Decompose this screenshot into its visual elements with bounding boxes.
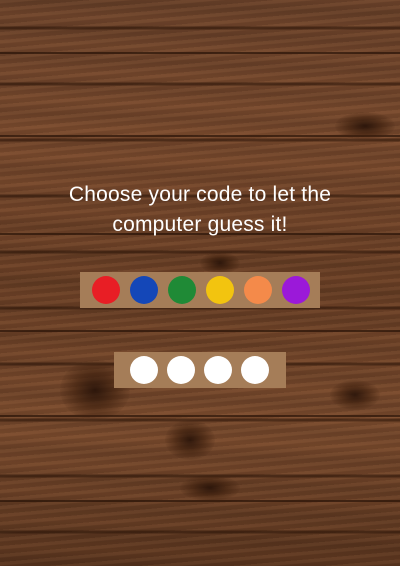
color-palette <box>80 272 320 308</box>
color-peg-green[interactable] <box>168 276 196 304</box>
wood-knot <box>180 475 240 501</box>
instruction-text: Choose your code to let the computer gue… <box>20 180 380 240</box>
code-slots <box>114 352 286 388</box>
instruction-line-1: Choose your code to let the <box>68 183 332 206</box>
wood-knot <box>165 420 215 460</box>
wood-plank-line <box>0 415 400 417</box>
wood-plank-line <box>0 330 400 332</box>
code-slot-3[interactable] <box>204 356 232 384</box>
color-peg-red[interactable] <box>92 276 120 304</box>
wood-knot <box>335 112 395 140</box>
color-peg-orange[interactable] <box>244 276 272 304</box>
wood-knot <box>330 380 380 410</box>
code-slot-1[interactable] <box>130 356 158 384</box>
wood-knot <box>200 252 240 274</box>
code-slot-4[interactable] <box>241 356 269 384</box>
color-peg-yellow[interactable] <box>206 276 234 304</box>
wood-plank-line <box>0 52 400 54</box>
color-peg-purple[interactable] <box>282 276 310 304</box>
instruction-line-2: computer guess it! <box>112 213 288 236</box>
code-slot-2[interactable] <box>167 356 195 384</box>
wood-plank-line <box>0 135 400 137</box>
color-peg-blue[interactable] <box>130 276 158 304</box>
